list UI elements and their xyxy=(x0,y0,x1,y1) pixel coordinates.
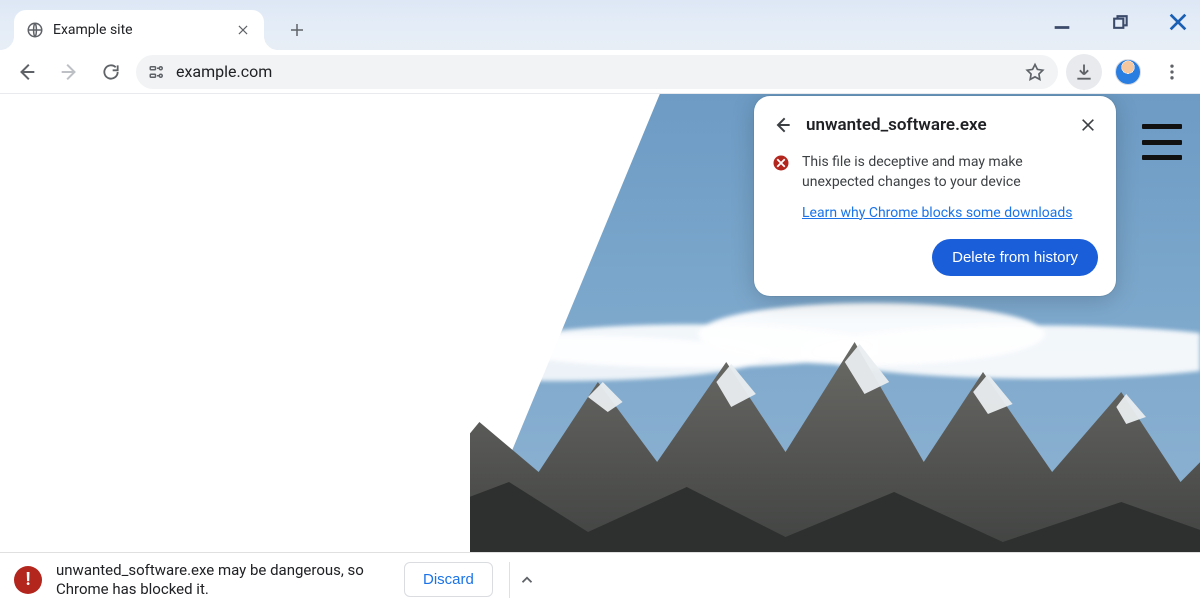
site-hamburger-menu[interactable] xyxy=(1142,124,1182,160)
toolbar: example.com xyxy=(0,50,1200,94)
page-content: unwanted_software.exe This file is decep… xyxy=(0,94,1200,552)
tab-strip: Example site xyxy=(0,0,312,50)
minimize-button[interactable] xyxy=(1048,8,1076,36)
restore-button[interactable] xyxy=(1106,8,1134,36)
delete-from-history-button[interactable]: Delete from history xyxy=(932,239,1098,276)
bookmark-star-icon[interactable] xyxy=(1024,61,1046,83)
browser-tab[interactable]: Example site xyxy=(14,10,264,50)
popover-filename: unwanted_software.exe xyxy=(806,115,1066,135)
url-text[interactable]: example.com xyxy=(176,62,1014,81)
new-tab-button[interactable] xyxy=(282,15,312,45)
forward-button[interactable] xyxy=(52,55,86,89)
error-icon xyxy=(772,154,790,172)
tab-close-icon[interactable] xyxy=(234,21,252,39)
site-settings-icon[interactable] xyxy=(148,63,166,81)
warning-icon: ! xyxy=(14,566,42,594)
titlebar: Example site xyxy=(0,0,1200,50)
download-shelf: ! unwanted_software.exe may be dangerous… xyxy=(0,552,1200,606)
popover-back-button[interactable] xyxy=(772,114,794,136)
reload-button[interactable] xyxy=(94,55,128,89)
download-details-popover: unwanted_software.exe This file is decep… xyxy=(754,96,1116,296)
downloads-button[interactable] xyxy=(1066,54,1102,90)
address-bar[interactable]: example.com xyxy=(136,55,1058,89)
tab-title: Example site xyxy=(53,22,225,38)
back-button[interactable] xyxy=(10,55,44,89)
profile-avatar[interactable] xyxy=(1110,54,1146,90)
globe-icon xyxy=(26,21,44,39)
discard-button[interactable]: Discard xyxy=(404,562,493,597)
learn-more-link[interactable]: Learn why Chrome blocks some downloads xyxy=(802,205,1072,221)
download-warning-text: unwanted_software.exe may be dangerous, … xyxy=(56,561,386,599)
download-options-button[interactable] xyxy=(509,562,545,598)
window-close-button[interactable] xyxy=(1164,8,1192,36)
avatar-icon xyxy=(1115,59,1141,85)
chrome-menu-button[interactable] xyxy=(1154,54,1190,90)
window-controls xyxy=(1048,8,1192,36)
popover-close-button[interactable] xyxy=(1078,115,1098,135)
popover-warning-text: This file is deceptive and may make unex… xyxy=(802,152,1098,193)
